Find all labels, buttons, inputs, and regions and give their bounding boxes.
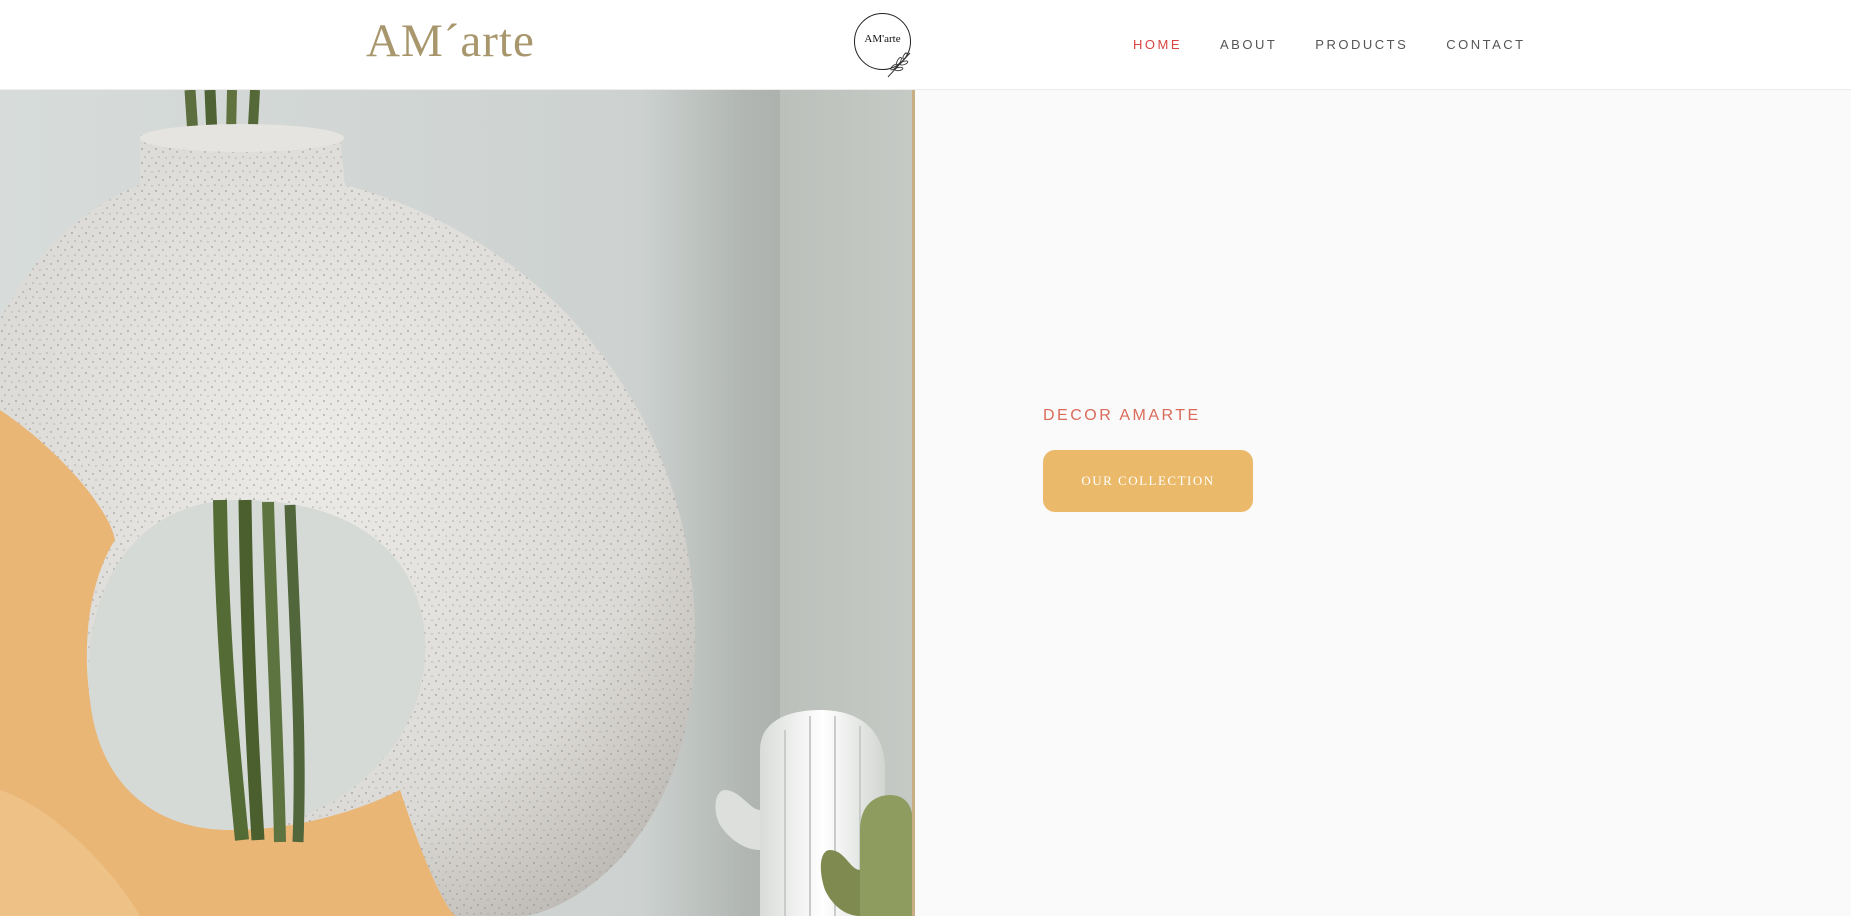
circle-logo-text: AM'arte: [864, 33, 901, 45]
site-header: AM´arte AM'arte HOME ABOUT PRODUCTS CONT…: [0, 0, 1851, 90]
olive-branch-icon: [887, 52, 911, 78]
circle-logo[interactable]: AM'arte: [854, 13, 914, 78]
nav-item-products[interactable]: PRODUCTS: [1315, 37, 1408, 52]
brand-logo[interactable]: AM´arte: [366, 14, 535, 68]
vase-illustration: [0, 90, 913, 916]
nav-item-contact[interactable]: CONTACT: [1446, 37, 1525, 52]
main-nav: HOME ABOUT PRODUCTS CONTACT: [1133, 37, 1526, 52]
nav-item-about[interactable]: ABOUT: [1220, 37, 1277, 52]
hero-panel: DECOR AMARTE OUR COLLECTION: [915, 90, 1851, 916]
nav-item-home[interactable]: HOME: [1133, 37, 1182, 52]
hero-photo: [0, 90, 913, 916]
our-collection-button[interactable]: OUR COLLECTION: [1043, 450, 1253, 512]
hero-kicker: DECOR AMARTE: [1043, 407, 1201, 424]
